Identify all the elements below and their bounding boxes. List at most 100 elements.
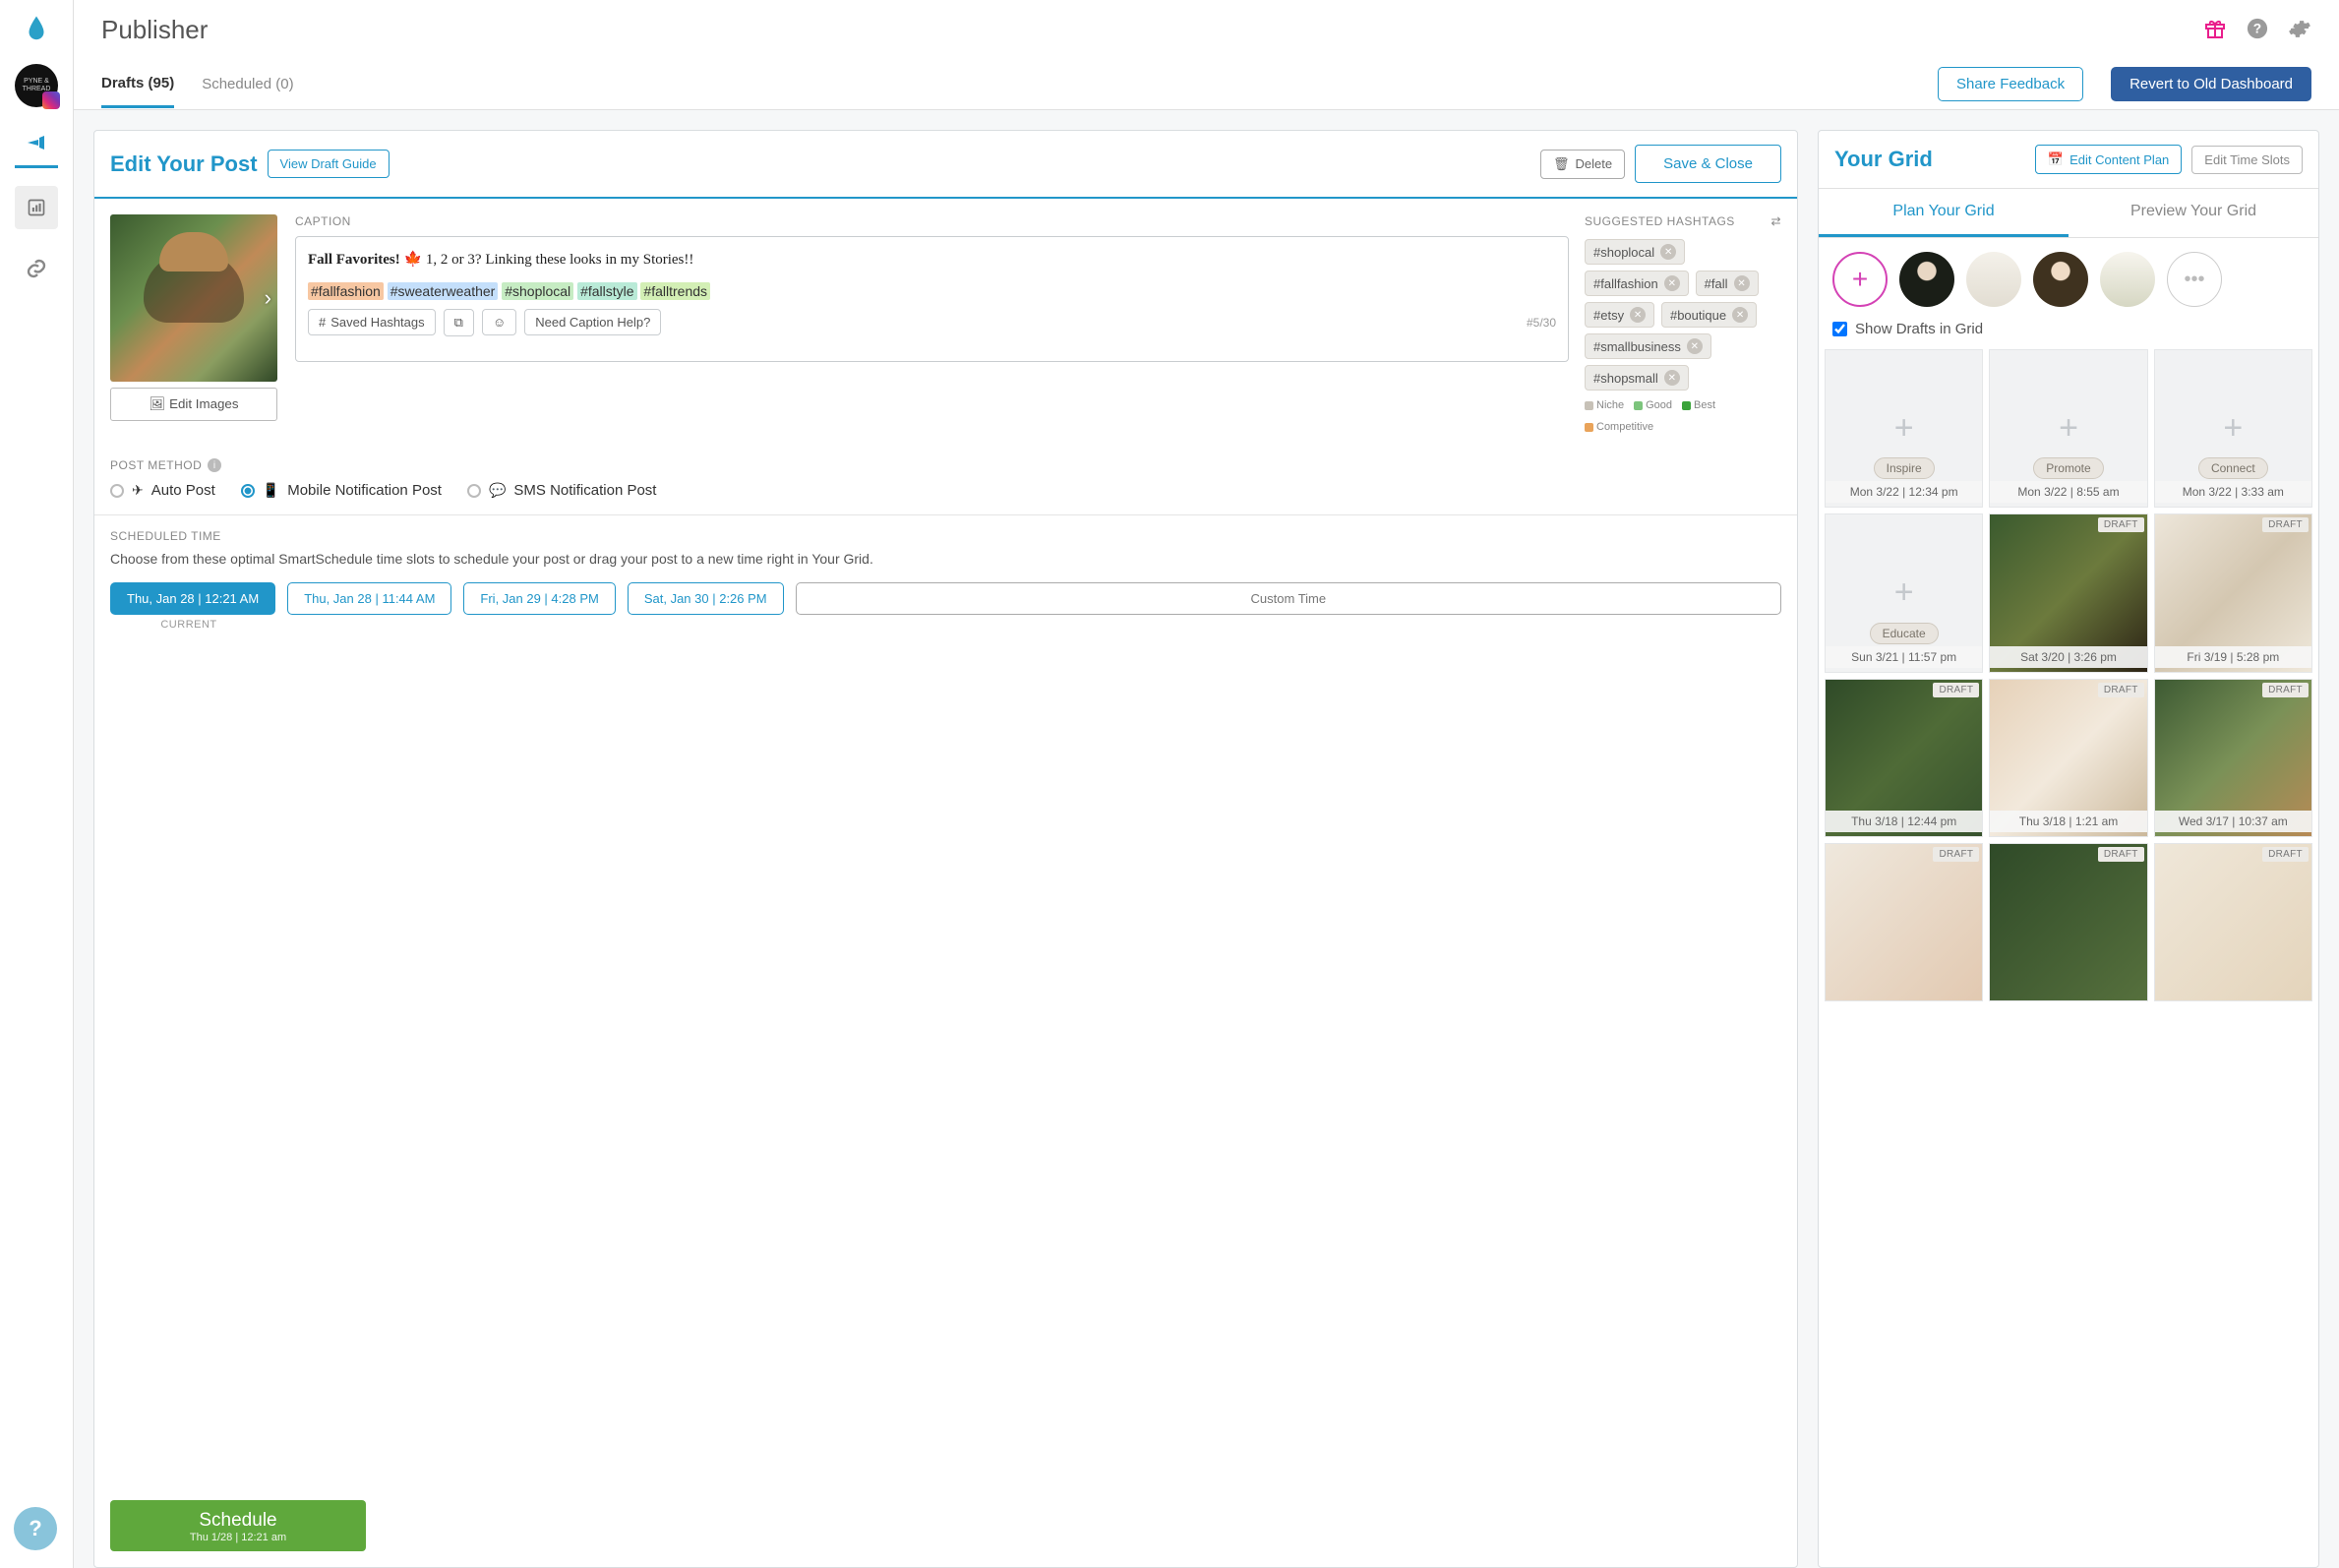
- trash-icon: 🗑: [1553, 156, 1570, 172]
- stories-row: + •••: [1819, 238, 2318, 321]
- remove-tag-icon[interactable]: ✕: [1732, 307, 1748, 323]
- tab-plan-grid[interactable]: Plan Your Grid: [1819, 189, 2069, 237]
- caption-hashtag[interactable]: #fallstyle: [577, 282, 636, 300]
- your-grid-panel: Your Grid 📅 Edit Content Plan Edit Time …: [1818, 130, 2319, 1568]
- post-image[interactable]: ›: [110, 214, 277, 382]
- current-slot-label: CURRENT: [110, 619, 268, 631]
- shuffle-icon[interactable]: ⇄: [1770, 214, 1781, 228]
- grid-slot[interactable]: +InspireMon 3/22 | 12:34 pm: [1825, 349, 1983, 508]
- saved-hashtags-button[interactable]: # Saved Hashtags: [308, 309, 436, 335]
- remove-tag-icon[interactable]: ✕: [1630, 307, 1646, 323]
- sms-notification-radio[interactable]: 💬SMS Notification Post: [467, 482, 657, 499]
- gear-icon[interactable]: [2288, 17, 2311, 43]
- revert-dashboard-button[interactable]: Revert to Old Dashboard: [2111, 67, 2311, 101]
- calendar-icon: 📅: [2048, 151, 2064, 167]
- auto-post-radio[interactable]: ✈Auto Post: [110, 482, 215, 499]
- images-icon: 🖼: [149, 396, 165, 411]
- more-stories-button[interactable]: •••: [2167, 252, 2222, 307]
- share-feedback-button[interactable]: Share Feedback: [1938, 67, 2083, 101]
- remove-tag-icon[interactable]: ✕: [1664, 275, 1680, 291]
- next-image-chevron-icon[interactable]: ›: [265, 285, 271, 311]
- show-drafts-checkbox[interactable]: Show Drafts in Grid: [1819, 321, 2318, 349]
- edit-post-panel: Edit Your Post View Draft Guide 🗑 Delete…: [93, 130, 1798, 1568]
- nav-publisher-icon[interactable]: [15, 125, 58, 168]
- scheduled-time-label: SCHEDULED TIME: [94, 529, 1797, 543]
- story-thumb[interactable]: [2033, 252, 2088, 307]
- info-icon[interactable]: i: [208, 458, 221, 472]
- save-close-button[interactable]: Save & Close: [1635, 145, 1781, 183]
- svg-text:?: ?: [2253, 21, 2261, 35]
- topbar: Publisher ?: [74, 0, 2339, 59]
- grid-draft[interactable]: DRAFT: [1989, 843, 2147, 1001]
- mobile-notification-radio[interactable]: 📱Mobile Notification Post: [241, 482, 442, 499]
- time-slot[interactable]: Thu, Jan 28 | 12:21 AM: [110, 582, 275, 615]
- time-slot[interactable]: Thu, Jan 28 | 11:44 AM: [287, 582, 451, 615]
- copy-icon: ⧉: [454, 315, 463, 331]
- suggested-tag[interactable]: #fall✕: [1696, 271, 1759, 296]
- grid-draft[interactable]: DRAFTThu 3/18 | 12:44 pm: [1825, 679, 1983, 837]
- help-bubble[interactable]: ?: [14, 1507, 57, 1550]
- story-thumb[interactable]: [2100, 252, 2155, 307]
- caption-textarea[interactable]: Fall Favorites! 🍁 1, 2 or 3? Linking the…: [295, 236, 1569, 362]
- story-thumb[interactable]: [1966, 252, 2021, 307]
- suggested-tag[interactable]: #etsy✕: [1585, 302, 1654, 328]
- remove-tag-icon[interactable]: ✕: [1664, 370, 1680, 386]
- suggested-tag[interactable]: #smallbusiness✕: [1585, 333, 1711, 359]
- suggested-hashtags-label: SUGGESTED HASHTAGS: [1585, 214, 1735, 228]
- grid-draft[interactable]: DRAFT: [2154, 843, 2312, 1001]
- caption-hashtag[interactable]: #shoplocal: [502, 282, 573, 300]
- emoji-button[interactable]: ☺: [482, 309, 516, 335]
- grid-draft[interactable]: DRAFTWed 3/17 | 10:37 am: [2154, 679, 2312, 837]
- grid-slot[interactable]: +EducateSun 3/21 | 11:57 pm: [1825, 513, 1983, 672]
- caption-hashtag[interactable]: #fallfashion: [308, 282, 384, 300]
- suggested-tag[interactable]: #fallfashion✕: [1585, 271, 1689, 296]
- add-story-button[interactable]: +: [1832, 252, 1888, 307]
- tab-preview-grid[interactable]: Preview Your Grid: [2069, 189, 2318, 237]
- grid-draft[interactable]: DRAFTFri 3/19 | 5:28 pm: [2154, 513, 2312, 672]
- copy-button[interactable]: ⧉: [444, 309, 474, 336]
- emoji-icon: ☺: [493, 315, 506, 330]
- help-icon[interactable]: ?: [2247, 18, 2268, 42]
- edit-images-button[interactable]: 🖼 Edit Images: [110, 388, 277, 421]
- grid-draft[interactable]: DRAFTSat 3/20 | 3:26 pm: [1989, 513, 2147, 672]
- edit-post-title: Edit Your Post: [110, 151, 258, 177]
- view-draft-guide-button[interactable]: View Draft Guide: [268, 150, 390, 178]
- nav-analytics-icon[interactable]: [15, 186, 58, 229]
- send-icon: ✈: [132, 482, 144, 499]
- hashtag-legend: Niche Good Best Competitive: [1585, 399, 1781, 433]
- custom-time-button[interactable]: Custom Time: [796, 582, 1781, 615]
- remove-tag-icon[interactable]: ✕: [1734, 275, 1750, 291]
- page-title: Publisher: [101, 15, 2203, 45]
- your-grid-title: Your Grid: [1834, 147, 1933, 172]
- time-slot[interactable]: Sat, Jan 30 | 2:26 PM: [628, 582, 784, 615]
- suggested-tag[interactable]: #shopsmall✕: [1585, 365, 1689, 391]
- tab-scheduled[interactable]: Scheduled (0): [202, 62, 293, 106]
- caption-hashtag[interactable]: #sweaterweather: [388, 282, 499, 300]
- suggested-tag[interactable]: #shoplocal✕: [1585, 239, 1685, 265]
- edit-content-plan-button[interactable]: 📅 Edit Content Plan: [2035, 145, 2182, 174]
- suggested-tag[interactable]: #boutique✕: [1661, 302, 1757, 328]
- tabbar: Drafts (95) Scheduled (0) Share Feedback…: [74, 59, 2339, 110]
- grid-draft[interactable]: DRAFTThu 3/18 | 1:21 am: [1989, 679, 2147, 837]
- post-method-label: POST METHOD i: [94, 458, 1797, 472]
- remove-tag-icon[interactable]: ✕: [1660, 244, 1676, 260]
- plus-icon: +: [1894, 573, 1914, 612]
- scheduled-description: Choose from these optimal SmartSchedule …: [94, 543, 1797, 574]
- caption-hashtag[interactable]: #falltrends: [640, 282, 710, 300]
- gift-icon[interactable]: [2203, 17, 2227, 43]
- delete-button[interactable]: 🗑 Delete: [1540, 150, 1625, 179]
- schedule-button[interactable]: Schedule Thu 1/28 | 12:21 am: [110, 1500, 366, 1551]
- remove-tag-icon[interactable]: ✕: [1687, 338, 1703, 354]
- grid-slot[interactable]: +ConnectMon 3/22 | 3:33 am: [2154, 349, 2312, 508]
- caption-help-button[interactable]: Need Caption Help?: [524, 309, 661, 335]
- time-slot[interactable]: Fri, Jan 29 | 4:28 PM: [463, 582, 615, 615]
- edit-time-slots-button[interactable]: Edit Time Slots: [2191, 146, 2303, 174]
- nav-link-icon[interactable]: [15, 247, 58, 290]
- account-avatar[interactable]: PYNE &THREAD: [15, 64, 58, 107]
- grid-slot[interactable]: +PromoteMon 3/22 | 8:55 am: [1989, 349, 2147, 508]
- grid-draft[interactable]: DRAFT: [1825, 843, 1983, 1001]
- app-logo[interactable]: [22, 14, 51, 46]
- story-thumb[interactable]: [1899, 252, 1954, 307]
- sms-icon: 💬: [489, 482, 506, 499]
- tab-drafts[interactable]: Drafts (95): [101, 61, 174, 108]
